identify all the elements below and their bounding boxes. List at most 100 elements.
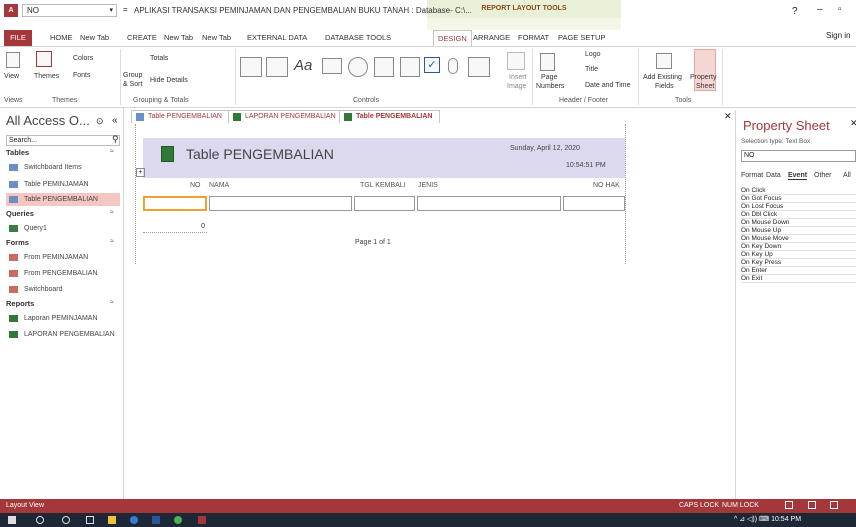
prop-tab-all[interactable]: All	[843, 172, 851, 179]
chart-control-icon[interactable]	[468, 57, 490, 77]
design-view-icon[interactable]	[808, 501, 816, 509]
title-button[interactable]: Title	[585, 66, 598, 73]
group-sort-button[interactable]: Group	[123, 72, 142, 79]
nav-search-input[interactable]: Search...	[6, 135, 120, 146]
help-button[interactable]: ?	[792, 6, 798, 17]
tab-new-1[interactable]: New Tab	[76, 30, 113, 46]
nav-item-from-peminjaman[interactable]: From PEMINJAMAN	[6, 251, 120, 264]
textbox-nama[interactable]	[209, 196, 352, 211]
selection-dropdown[interactable]: NO	[741, 150, 856, 162]
nav-item-query1[interactable]: Query1	[6, 222, 120, 235]
nav-category-reports[interactable]: Reports	[6, 299, 34, 308]
tab-arrange[interactable]: ARRANGE	[469, 30, 514, 46]
prop-row-on-exit[interactable]: On Exit	[741, 275, 856, 283]
textbox-tgl-kembali[interactable]	[354, 196, 415, 211]
tab-design[interactable]: DESIGN	[433, 30, 472, 46]
view-button[interactable]: View	[4, 73, 19, 80]
close-document-icon[interactable]: ✕	[724, 111, 732, 122]
totals-button[interactable]: Totals	[150, 55, 168, 62]
chevron-down-icon[interactable]: ▾	[109, 5, 113, 16]
hide-details-button[interactable]: Hide Details	[150, 77, 188, 84]
prop-row-on-mouse-down[interactable]: On Mouse Down	[741, 219, 856, 227]
page-numbers-button[interactable]: Page	[541, 74, 557, 81]
nav-item-laporan-pengembalian[interactable]: LAPORAN PENGEMBALIAN	[6, 328, 120, 341]
word-icon[interactable]	[152, 516, 160, 524]
prop-row-on-mouse-up[interactable]: On Mouse Up	[741, 227, 856, 235]
logo-button[interactable]: Logo	[585, 51, 601, 58]
label-control-icon[interactable]: Aa	[294, 57, 312, 74]
column-header-jenis[interactable]: JENIS	[418, 182, 438, 189]
prop-row-on-key-press[interactable]: On Key Press	[741, 259, 856, 267]
browser-icon[interactable]	[130, 516, 138, 524]
colors-button[interactable]: Colors	[73, 55, 93, 62]
customize-toolbar-icon[interactable]: =	[123, 5, 128, 14]
tab-database-tools[interactable]: DATABASE TOOLS	[321, 30, 395, 46]
textbox-control-icon[interactable]	[266, 57, 288, 77]
column-header-no-hak[interactable]: NO HAK	[593, 182, 620, 189]
file-explorer-icon[interactable]	[108, 516, 116, 524]
report-time[interactable]: 10:54:51 PM	[566, 162, 606, 169]
search-icon[interactable]	[36, 516, 44, 524]
property-sheet-button[interactable]: Property	[690, 74, 716, 81]
cortana-icon[interactable]	[62, 516, 70, 524]
sign-in-link[interactable]: Sign in	[826, 31, 850, 40]
prop-row-on-lost-focus[interactable]: On Lost Focus	[741, 203, 856, 211]
prop-row-on-got-focus[interactable]: On Got Focus	[741, 195, 856, 203]
prop-row-on-enter[interactable]: On Enter	[741, 267, 856, 275]
textbox-no-hak[interactable]	[563, 196, 625, 211]
column-header-tgl-kembali[interactable]: TGL KEMBALI	[360, 182, 406, 189]
nav-item-switchboard-items[interactable]: Switchboard Items	[6, 161, 120, 174]
navigation-control-icon[interactable]	[400, 57, 420, 77]
button-control-icon[interactable]	[322, 58, 342, 74]
layout-view-icon[interactable]	[785, 501, 793, 509]
tab-page-setup[interactable]: PAGE SETUP	[554, 30, 609, 46]
task-view-icon[interactable]	[86, 516, 94, 524]
layout-selector-icon[interactable]: +	[136, 168, 145, 177]
page-number[interactable]: Page 1 of 1	[355, 239, 391, 246]
hyperlink-control-icon[interactable]	[348, 57, 368, 77]
nav-category-tables[interactable]: Tables	[6, 148, 29, 157]
report-date[interactable]: Sunday, April 12, 2020	[510, 145, 580, 152]
start-icon[interactable]	[8, 516, 16, 524]
nav-category-queries[interactable]: Queries	[6, 209, 34, 218]
date-time-button[interactable]: Date and Time	[585, 82, 631, 89]
tab-control-icon[interactable]	[374, 57, 394, 77]
doc-tab-table-pengembalian[interactable]: Table PENGEMBALIAN	[131, 110, 229, 123]
textbox-no[interactable]	[143, 196, 207, 211]
prop-row-on-key-down[interactable]: On Key Down	[741, 243, 856, 251]
tab-file[interactable]: FILE	[4, 30, 32, 46]
nav-pane-title[interactable]: All Access O...	[6, 113, 90, 128]
prop-tab-other[interactable]: Other	[814, 172, 832, 179]
prop-tab-event[interactable]: Event	[788, 172, 808, 180]
tab-new-2[interactable]: New Tab	[160, 30, 197, 46]
nav-item-from-pengembalian[interactable]: From PENGEMBALIAN	[6, 267, 120, 280]
report-title[interactable]: Table PENGEMBALIAN	[186, 146, 334, 162]
doc-tab-laporan-pengembalian[interactable]: LAPORAN PENGEMBALIAN	[228, 110, 343, 123]
nav-item-laporan-peminjaman[interactable]: Laporan PEMINJAMAN	[6, 312, 120, 325]
collapse-nav-icon[interactable]: «	[112, 115, 118, 126]
nav-menu-icon[interactable]: ⊙	[96, 116, 104, 127]
attachment-control-icon[interactable]	[448, 58, 458, 74]
column-header-no[interactable]: NO	[190, 182, 201, 189]
nav-category-forms[interactable]: Forms	[6, 238, 29, 247]
select-pointer-icon[interactable]	[240, 57, 262, 77]
prop-row-on-mouse-move[interactable]: On Mouse Move	[741, 235, 856, 243]
textbox-jenis[interactable]	[417, 196, 561, 211]
prop-row-on-dbl-click[interactable]: On Dbl Click	[741, 211, 856, 219]
access-taskbar-icon[interactable]	[198, 516, 206, 524]
tab-create[interactable]: CREATE	[123, 30, 161, 46]
tab-new-3[interactable]: New Tab	[198, 30, 235, 46]
record-count[interactable]: 0	[143, 223, 207, 233]
tab-home[interactable]: HOME	[46, 30, 77, 46]
add-existing-fields-button[interactable]: Add Existing	[643, 74, 682, 81]
prop-tab-format[interactable]: Format	[741, 172, 763, 179]
checkbox-control-icon[interactable]: ✓	[424, 57, 440, 73]
fonts-button[interactable]: Fonts	[73, 72, 91, 79]
doc-tab-table-pengembalian-active[interactable]: Table PENGEMBALIAN	[339, 110, 440, 123]
restore-button[interactable]: ▫	[838, 4, 842, 15]
object-selector[interactable]: NO ▾	[22, 4, 117, 17]
chrome-icon[interactable]	[174, 516, 182, 524]
prop-tab-data[interactable]: Data	[766, 172, 781, 179]
column-header-nama[interactable]: NAMA	[209, 182, 229, 189]
minimize-button[interactable]: –	[817, 4, 823, 15]
